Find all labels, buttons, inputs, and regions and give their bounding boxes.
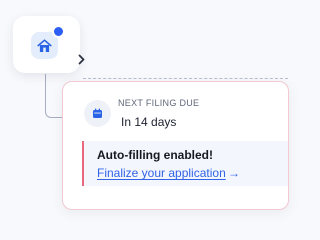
filing-due-label: NEXT FILING DUE [118, 98, 200, 108]
filing-card: NEXT FILING DUE In 14 days Auto-filling … [62, 81, 289, 210]
auto-filling-alert: Auto-filling enabled! Finalize your appl… [82, 141, 288, 186]
finalize-application-link[interactable]: Finalize your application [97, 166, 226, 180]
dashed-divider [83, 78, 288, 79]
connector-line [45, 74, 62, 118]
chevron-right-icon[interactable] [77, 54, 86, 65]
notification-dot [52, 25, 65, 38]
alert-title: Auto-filling enabled! [97, 148, 213, 162]
calendar-icon [84, 100, 111, 127]
home-tile[interactable] [13, 16, 85, 73]
arrow-right-icon[interactable]: → [228, 166, 240, 180]
filing-due-value: In 14 days [121, 115, 177, 129]
